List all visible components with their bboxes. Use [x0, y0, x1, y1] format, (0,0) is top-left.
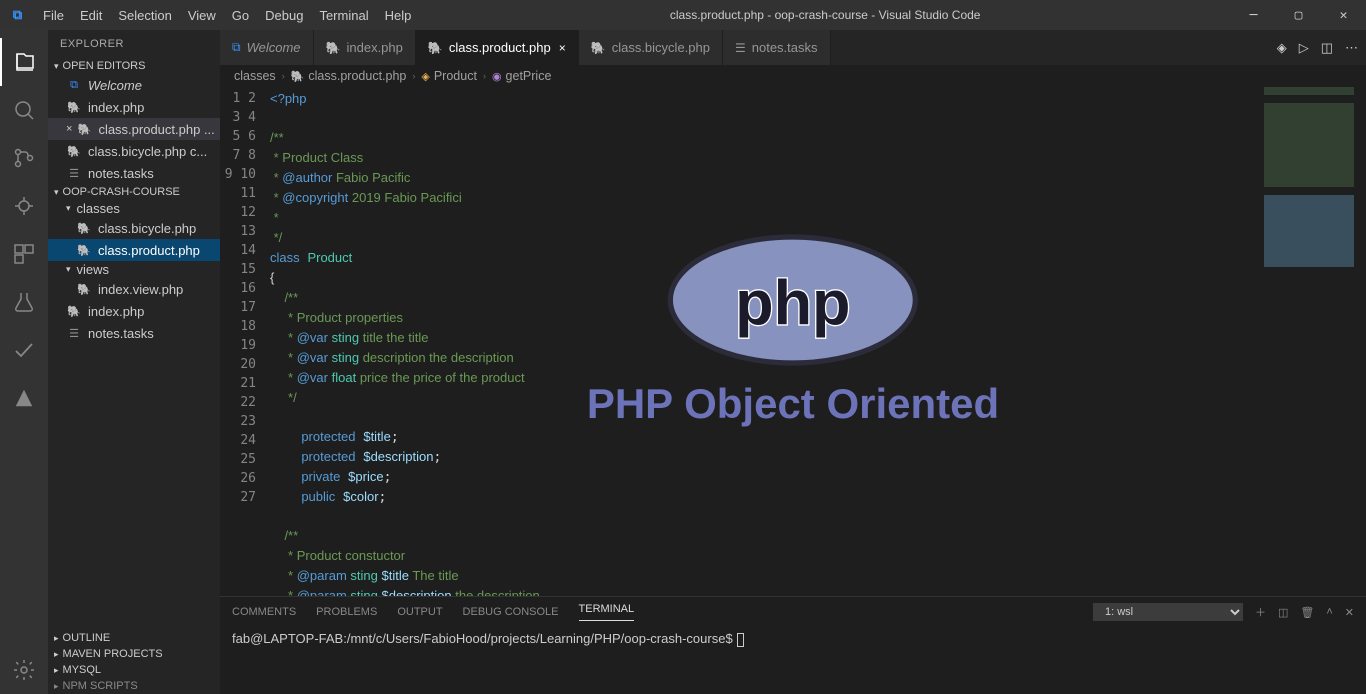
extensions-icon[interactable] [0, 230, 48, 278]
window-controls: ─ ▢ ✕ [1231, 0, 1366, 30]
outline-header[interactable]: ▸OUTLINE [48, 630, 220, 646]
azure-icon[interactable] [0, 374, 48, 422]
panel-tab-problems[interactable]: PROBLEMS [316, 606, 377, 618]
folder-classes[interactable]: ▾classes [48, 200, 220, 217]
editor-area: ⧉Welcome 🐘index.php 🐘class.product.php× … [220, 30, 1366, 694]
check-icon[interactable] [0, 326, 48, 374]
code-area[interactable]: 1 2 3 4 5 6 7 8 9 10 11 12 13 14 15 16 1… [220, 87, 1366, 596]
sidebar-title: EXPLORER [48, 30, 220, 58]
menu-bar: File Edit Selection View Go Debug Termin… [35, 8, 419, 23]
menu-go[interactable]: Go [224, 8, 257, 23]
file-notes[interactable]: ☰notes.tasks [48, 322, 220, 344]
file-index[interactable]: 🐘index.php [48, 300, 220, 322]
terminal-prompt: fab@LAPTOP-FAB:/mnt/c/Users/FabioHood/pr… [232, 631, 733, 646]
code-content[interactable]: <?php /** * Product Class * @author Fabi… [270, 87, 1366, 596]
sidebar: EXPLORER ▾OPEN EDITORS ⧉Welcome 🐘index.p… [48, 30, 220, 694]
close-icon[interactable]: × [66, 123, 72, 135]
test-icon[interactable] [0, 278, 48, 326]
maximize-button[interactable]: ▢ [1276, 0, 1321, 30]
editor-welcome[interactable]: ⧉Welcome [48, 74, 220, 96]
more-icon[interactable]: ⋯ [1345, 40, 1358, 56]
close-button[interactable]: ✕ [1321, 0, 1366, 30]
open-editors-header[interactable]: ▾OPEN EDITORS [48, 58, 220, 74]
bottom-panel: COMMENTS PROBLEMS OUTPUT DEBUG CONSOLE T… [220, 596, 1366, 694]
panel-tab-output[interactable]: OUTPUT [397, 606, 442, 618]
editor-class-product[interactable]: ×🐘class.product.php ... [48, 118, 220, 140]
window-title: class.product.php - oop-crash-course - V… [419, 8, 1231, 22]
split-icon[interactable]: ◫ [1321, 40, 1333, 56]
search-icon[interactable] [0, 86, 48, 134]
trash-icon[interactable]: 🗑 [1300, 606, 1314, 619]
tab-welcome[interactable]: ⧉Welcome [220, 30, 314, 65]
minimap[interactable] [1264, 87, 1354, 287]
project-header[interactable]: ▾OOP-CRASH-COURSE [48, 184, 220, 200]
file-class-product[interactable]: 🐘class.product.php [48, 239, 220, 261]
maven-header[interactable]: ▸MAVEN PROJECTS [48, 646, 220, 662]
editor-index[interactable]: 🐘index.php [48, 96, 220, 118]
terminal-select[interactable]: 1: wsl [1093, 603, 1243, 621]
titlebar: ⧉ File Edit Selection View Go Debug Term… [0, 0, 1366, 30]
editor-tabs: ⧉Welcome 🐘index.php 🐘class.product.php× … [220, 30, 1366, 65]
menu-selection[interactable]: Selection [110, 8, 179, 23]
folder-views[interactable]: ▾views [48, 261, 220, 278]
editor-notes[interactable]: ☰notes.tasks [48, 162, 220, 184]
debug-icon[interactable] [0, 182, 48, 230]
tab-notes[interactable]: ☰notes.tasks [723, 30, 831, 65]
breadcrumb[interactable]: classes› 🐘class.product.php› ◈Product› ◉… [220, 65, 1366, 87]
panel-tabs: COMMENTS PROBLEMS OUTPUT DEBUG CONSOLE T… [220, 597, 1366, 627]
chevron-up-icon[interactable]: ˄ [1326, 606, 1332, 618]
close-icon[interactable]: × [559, 41, 566, 55]
menu-debug[interactable]: Debug [257, 8, 311, 23]
menu-terminal[interactable]: Terminal [311, 8, 376, 23]
npm-header[interactable]: ▸NPM SCRIPTS [48, 678, 220, 694]
menu-edit[interactable]: Edit [72, 8, 110, 23]
editor-class-bicycle[interactable]: 🐘class.bicycle.php c... [48, 140, 220, 162]
tab-class-product[interactable]: 🐘class.product.php× [416, 30, 579, 65]
terminal-body[interactable]: fab@LAPTOP-FAB:/mnt/c/Users/FabioHood/pr… [220, 627, 1366, 651]
menu-view[interactable]: View [180, 8, 224, 23]
panel-tab-terminal[interactable]: TERMINAL [579, 603, 635, 621]
tab-index[interactable]: 🐘index.php [314, 30, 416, 65]
settings-icon[interactable] [0, 646, 48, 694]
terminal-cursor [737, 633, 744, 647]
diff-icon[interactable]: ◈ [1277, 40, 1287, 56]
file-class-bicycle[interactable]: 🐘class.bicycle.php [48, 217, 220, 239]
menu-file[interactable]: File [35, 8, 72, 23]
panel-tab-comments[interactable]: COMMENTS [232, 606, 296, 618]
explorer-icon[interactable] [0, 38, 48, 86]
vscode-icon: ⧉ [0, 7, 35, 23]
panel-tab-debug[interactable]: DEBUG CONSOLE [463, 606, 559, 618]
file-index-view[interactable]: 🐘index.view.php [48, 278, 220, 300]
split-terminal-icon[interactable]: ◫ [1278, 606, 1288, 619]
minimize-button[interactable]: ─ [1231, 0, 1276, 30]
line-gutter: 1 2 3 4 5 6 7 8 9 10 11 12 13 14 15 16 1… [220, 87, 270, 596]
run-icon[interactable]: ▷ [1299, 40, 1309, 56]
menu-help[interactable]: Help [377, 8, 420, 23]
source-control-icon[interactable] [0, 134, 48, 182]
activity-bar [0, 30, 48, 694]
close-panel-icon[interactable]: ✕ [1345, 606, 1354, 619]
tab-class-bicycle[interactable]: 🐘class.bicycle.php [579, 30, 723, 65]
mysql-header[interactable]: ▸MYSQL [48, 662, 220, 678]
new-terminal-icon[interactable]: ＋ [1255, 604, 1266, 620]
